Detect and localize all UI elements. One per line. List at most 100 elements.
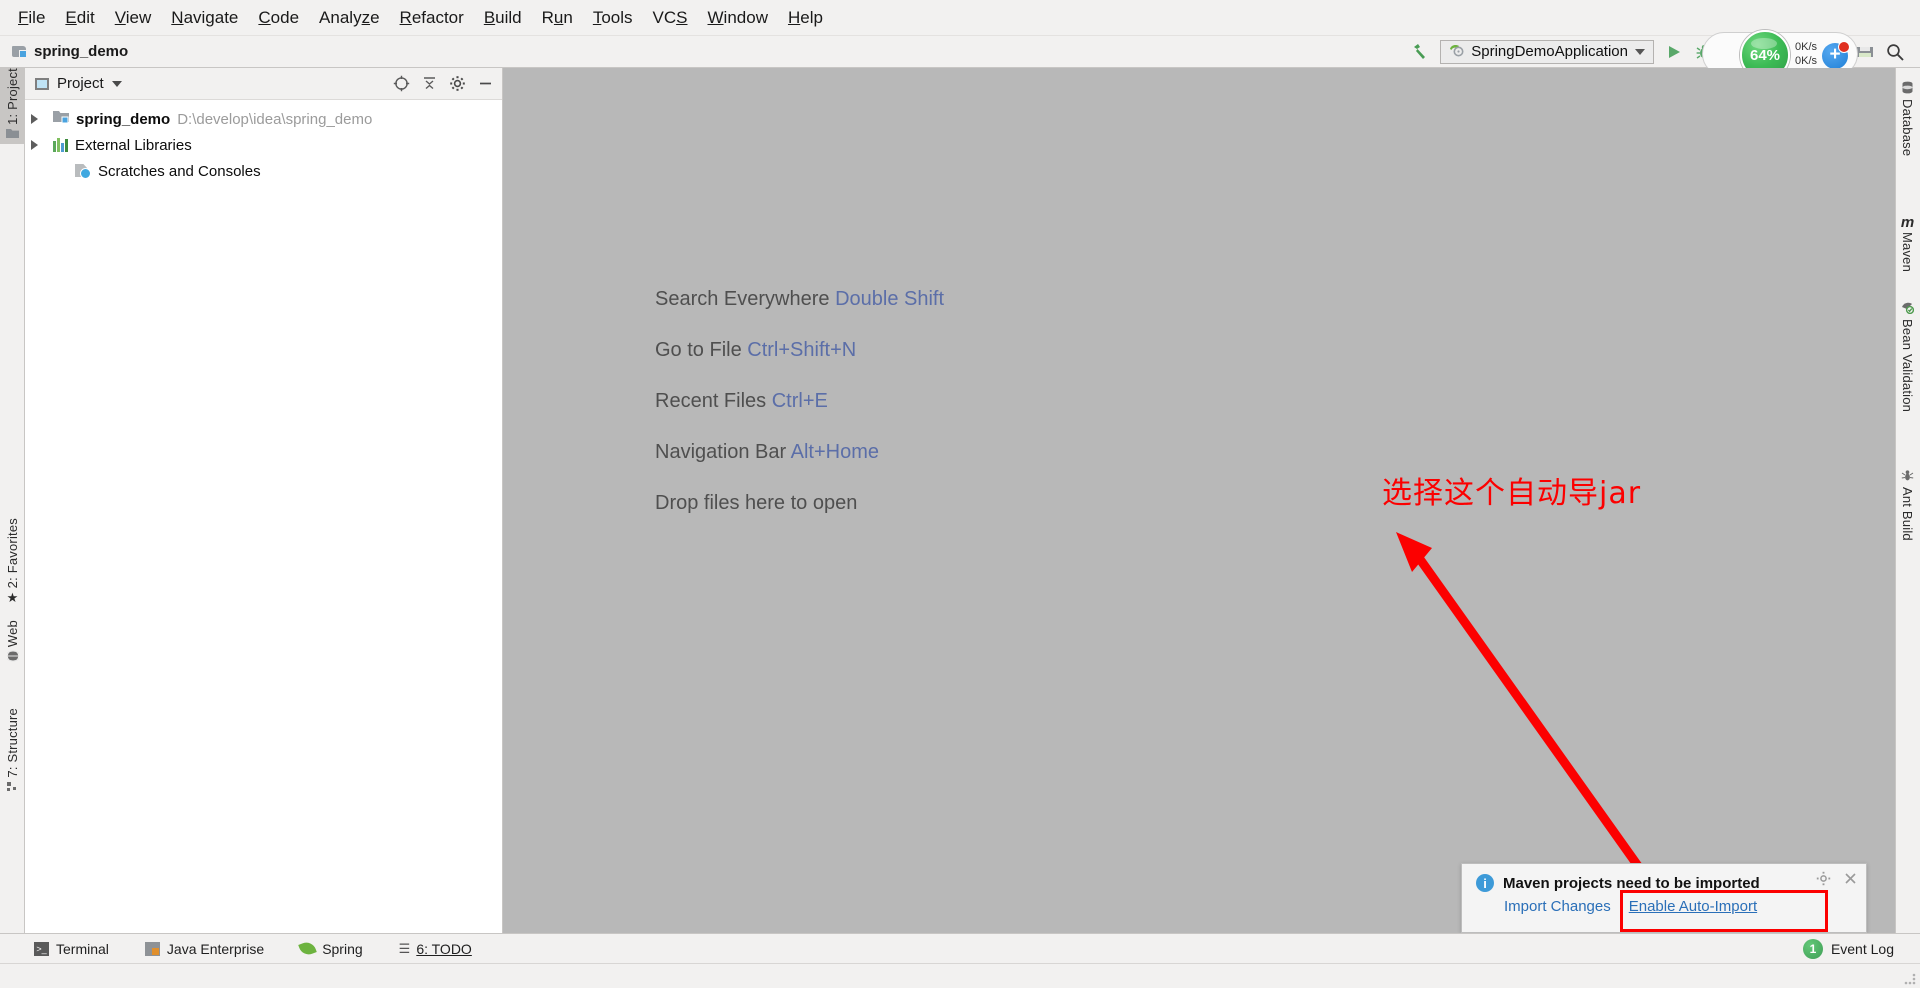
sidebar-item-database[interactable]: Database	[1895, 78, 1920, 156]
project-panel-header: Project	[25, 68, 502, 100]
sidebar-item-label: 2: Favorites	[5, 518, 20, 589]
java-enterprise-icon	[144, 941, 160, 956]
close-icon[interactable]	[1843, 871, 1858, 890]
star-icon: ★	[6, 590, 19, 606]
sidebar-item-ant-build[interactable]: Ant Build	[1895, 466, 1920, 541]
spring-leaf-icon	[298, 939, 317, 958]
gear-icon[interactable]	[1816, 871, 1831, 890]
shortcut-row-search-everywhere: Search Everywhere Double Shift	[655, 288, 944, 311]
shortcut-action: Navigation Bar	[655, 441, 787, 463]
status-item-label: Terminal	[56, 940, 109, 957]
resize-grip-icon[interactable]	[1902, 971, 1916, 985]
sidebar-item-favorites[interactable]: 2: Favorites ★	[0, 518, 25, 607]
chevron-right-icon[interactable]	[31, 140, 38, 150]
tree-node-path: D:\develop\idea\spring_demo	[177, 110, 373, 128]
plus-icon: +	[1829, 44, 1841, 65]
shortcut-action: Search Everywhere	[655, 288, 830, 310]
project-folder-icon	[12, 45, 27, 58]
left-tool-strip: 1: Project 2: Favorites ★ Web 7: Structu…	[0, 68, 25, 963]
download-rate-value: 0K/s	[1794, 55, 1817, 67]
tree-node-label: Scratches and Consoles	[98, 162, 261, 180]
chevron-down-icon[interactable]	[1635, 48, 1645, 55]
chevron-right-icon[interactable]	[31, 114, 38, 124]
menu-vcs[interactable]: VCS	[643, 5, 698, 30]
status-item-spring[interactable]: Spring	[298, 939, 363, 958]
shortcut-row-go-to-file: Go to File Ctrl+Shift+N	[655, 339, 944, 362]
tree-row-scratches[interactable]: Scratches and Consoles	[25, 158, 502, 184]
main-toolbar: spring_demo SpringDemoApplication	[0, 36, 1920, 68]
shortcut-action: Drop files here to open	[655, 492, 858, 514]
gear-icon[interactable]	[448, 75, 466, 93]
add-badge-button[interactable]: +	[1822, 41, 1850, 69]
shortcut-key: Ctrl+Shift+N	[747, 339, 857, 361]
status-item-todo[interactable]: ☰ 6: TODO	[399, 941, 472, 957]
menu-build[interactable]: Build	[474, 5, 532, 30]
terminal-icon: >_	[34, 941, 49, 956]
run-config-label: SpringDemoApplication	[1471, 43, 1628, 60]
menu-analyze[interactable]: Analyze	[309, 5, 390, 30]
project-folder-icon	[6, 128, 19, 141]
menu-tools[interactable]: Tools	[583, 5, 643, 30]
sidebar-item-label: 7: Structure	[5, 708, 20, 778]
module-folder-icon	[53, 110, 69, 128]
sidebar-item-label: Database	[1900, 99, 1915, 157]
menu-run[interactable]: Run	[532, 5, 583, 30]
run-configuration-selector[interactable]: SpringDemoApplication	[1440, 39, 1654, 64]
structure-icon	[6, 781, 19, 795]
menu-edit[interactable]: Edit	[55, 5, 104, 30]
annotation-highlight-box	[1620, 890, 1828, 932]
status-item-terminal[interactable]: >_ Terminal	[34, 941, 109, 957]
status-item-label: Spring	[322, 940, 363, 957]
spring-boot-run-config-icon	[1448, 42, 1464, 62]
breadcrumb: spring_demo	[0, 43, 128, 60]
maven-m-icon: m	[1900, 214, 1915, 231]
scroll-from-source-icon[interactable]	[392, 75, 410, 93]
sidebar-item-label: Maven	[1900, 232, 1915, 273]
bottom-tool-strip	[0, 963, 1920, 988]
globe-icon	[5, 650, 20, 664]
menu-help[interactable]: Help	[778, 5, 833, 30]
shortcut-action: Go to File	[655, 339, 742, 361]
chevron-down-icon[interactable]	[111, 80, 122, 87]
status-item-label: 6: TODO	[416, 940, 472, 957]
hammer-icon[interactable]	[1405, 37, 1435, 67]
sidebar-item-label: 1: Project	[5, 68, 20, 125]
page-title: spring_demo	[34, 43, 129, 60]
tree-row-spring-demo[interactable]: spring_demo D:\develop\idea\spring_demo	[25, 106, 502, 132]
menu-file[interactable]: File	[8, 5, 55, 30]
search-icon[interactable]	[1880, 37, 1910, 67]
shortcut-key: Ctrl+E	[771, 390, 828, 412]
tree-row-external-libraries[interactable]: External Libraries	[25, 132, 502, 158]
shortcut-key: Double Shift	[835, 288, 945, 310]
idea-window: File Edit View Navigate Code Analyze Ref…	[0, 0, 1920, 988]
menu-code[interactable]: Code	[248, 5, 309, 30]
event-log-button[interactable]: 1 Event Log	[1802, 938, 1920, 959]
menu-view[interactable]: View	[105, 5, 162, 30]
menu-window[interactable]: Window	[698, 5, 778, 30]
collapse-all-icon[interactable]	[420, 75, 438, 93]
sidebar-item-web[interactable]: Web	[0, 620, 25, 667]
project-tree: spring_demo D:\develop\idea\spring_demo …	[25, 100, 502, 184]
todo-list-icon: ☰	[398, 940, 411, 956]
import-changes-link[interactable]: Import Changes	[1504, 898, 1611, 915]
status-bar: >_ Terminal Java Enterprise Spring ☰ 6: …	[0, 933, 1920, 963]
right-tool-strip: Database m Maven Bean Validation Ant Bui…	[1895, 68, 1920, 963]
run-play-icon[interactable]	[1659, 37, 1689, 67]
info-icon: i	[1476, 874, 1494, 892]
status-item-java-enterprise[interactable]: Java Enterprise	[144, 940, 265, 957]
libraries-icon	[53, 138, 68, 152]
menu-refactor[interactable]: Refactor	[390, 5, 474, 30]
bean-validation-icon	[1901, 301, 1915, 316]
notification-title: Maven projects need to be imported	[1503, 874, 1760, 892]
shortcut-row-drop-files: Drop files here to open	[655, 492, 944, 515]
menu-navigate[interactable]: Navigate	[161, 5, 248, 30]
sidebar-item-maven[interactable]: m Maven	[1895, 213, 1920, 272]
menu-bar: File Edit View Navigate Code Analyze Ref…	[0, 0, 1920, 36]
sidebar-item-project[interactable]: 1: Project	[0, 68, 25, 144]
hide-icon[interactable]	[476, 75, 494, 93]
sidebar-item-structure[interactable]: 7: Structure	[0, 708, 25, 798]
project-panel-actions	[392, 75, 494, 93]
status-item-label: Java Enterprise	[166, 940, 265, 957]
sidebar-item-bean-validation[interactable]: Bean Validation	[1895, 298, 1920, 412]
upload-rate-value: 0K/s	[1794, 41, 1817, 53]
